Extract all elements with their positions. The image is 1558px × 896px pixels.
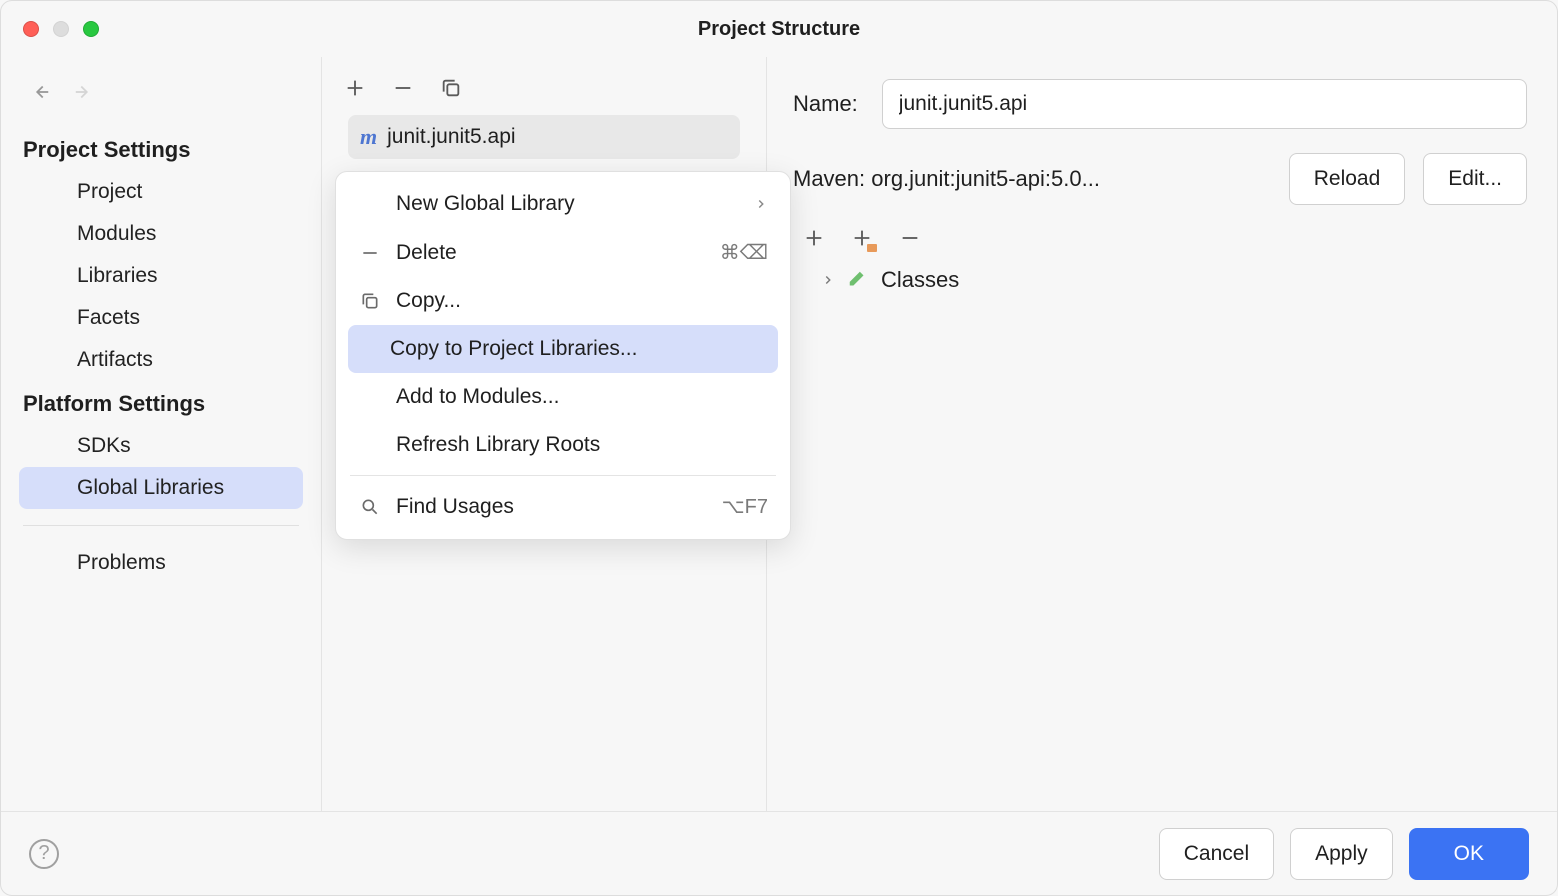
- sidebar-divider: [23, 525, 299, 526]
- titlebar: Project Structure: [1, 1, 1557, 57]
- copy-icon[interactable]: [440, 77, 462, 99]
- cancel-button[interactable]: Cancel: [1159, 828, 1274, 880]
- maven-row: Maven: org.junit:junit5-api:5.0... Reloa…: [793, 153, 1527, 205]
- cm-add-to-modules[interactable]: Add to Modules...: [336, 373, 790, 421]
- shortcut: ⌥F7: [722, 494, 768, 519]
- search-icon: [358, 497, 382, 517]
- shortcut: ⌘⌫: [720, 240, 768, 265]
- cm-new-global-library[interactable]: New Global Library: [336, 180, 790, 228]
- library-toolbar: [322, 57, 766, 115]
- cm-find-usages[interactable]: Find Usages ⌥F7: [336, 482, 790, 531]
- reload-button[interactable]: Reload: [1289, 153, 1406, 205]
- tree-row-classes[interactable]: Classes: [793, 267, 1527, 293]
- forward-icon: [73, 81, 95, 103]
- library-name: junit.junit5.api: [387, 125, 515, 149]
- hammer-icon: [847, 269, 869, 291]
- copy-icon: [358, 291, 382, 311]
- sidebar-section-title: Platform Settings: [1, 381, 321, 425]
- footer: ? Cancel Apply OK: [1, 811, 1557, 895]
- remove-icon[interactable]: [392, 77, 414, 99]
- sidebar-item-global-libraries[interactable]: Global Libraries: [19, 467, 303, 509]
- roots-toolbar: [803, 227, 1527, 249]
- help-icon[interactable]: ?: [29, 839, 59, 869]
- name-field-row: Name:: [793, 79, 1527, 129]
- ok-button[interactable]: OK: [1409, 828, 1529, 880]
- sidebar-item-libraries[interactable]: Libraries: [1, 255, 321, 297]
- sidebar-item-artifacts[interactable]: Artifacts: [1, 339, 321, 381]
- sidebar-item-modules[interactable]: Modules: [1, 213, 321, 255]
- sidebar: Project Settings Project Modules Librari…: [1, 57, 321, 811]
- add-icon[interactable]: [344, 77, 366, 99]
- minus-icon: [358, 243, 382, 263]
- add-root-icon[interactable]: [803, 227, 825, 249]
- apply-button[interactable]: Apply: [1290, 828, 1393, 880]
- chevron-right-icon: [754, 197, 768, 211]
- cm-copy-to-project-libraries[interactable]: Copy to Project Libraries...: [348, 325, 778, 373]
- sidebar-item-sdks[interactable]: SDKs: [1, 425, 321, 467]
- sidebar-item-problems[interactable]: Problems: [1, 542, 321, 584]
- remove-root-icon[interactable]: [899, 227, 921, 249]
- cm-copy[interactable]: Copy...: [336, 277, 790, 325]
- maven-coordinates: Maven: org.junit:junit5-api:5.0...: [793, 166, 1271, 192]
- tree-label: Classes: [881, 267, 959, 293]
- context-menu: New Global Library Delete ⌘⌫ Copy... Cop…: [335, 171, 791, 540]
- library-list-item[interactable]: m junit.junit5.api: [348, 115, 740, 159]
- maven-icon: m: [360, 124, 377, 150]
- sidebar-item-facets[interactable]: Facets: [1, 297, 321, 339]
- back-icon[interactable]: [29, 81, 51, 103]
- add-folder-icon[interactable]: [851, 227, 873, 249]
- cm-refresh-library-roots[interactable]: Refresh Library Roots: [336, 421, 790, 469]
- library-detail-panel: Name: Maven: org.junit:junit5-api:5.0...…: [767, 57, 1557, 811]
- chevron-right-icon: [821, 273, 835, 287]
- edit-button[interactable]: Edit...: [1423, 153, 1527, 205]
- sidebar-nav: [1, 81, 321, 103]
- context-menu-separator: [350, 475, 776, 476]
- sidebar-item-project[interactable]: Project: [1, 171, 321, 213]
- sidebar-section-title: Project Settings: [1, 127, 321, 171]
- name-input[interactable]: [882, 79, 1527, 129]
- cm-delete[interactable]: Delete ⌘⌫: [336, 228, 790, 277]
- name-label: Name:: [793, 91, 858, 117]
- window-title: Project Structure: [1, 18, 1557, 41]
